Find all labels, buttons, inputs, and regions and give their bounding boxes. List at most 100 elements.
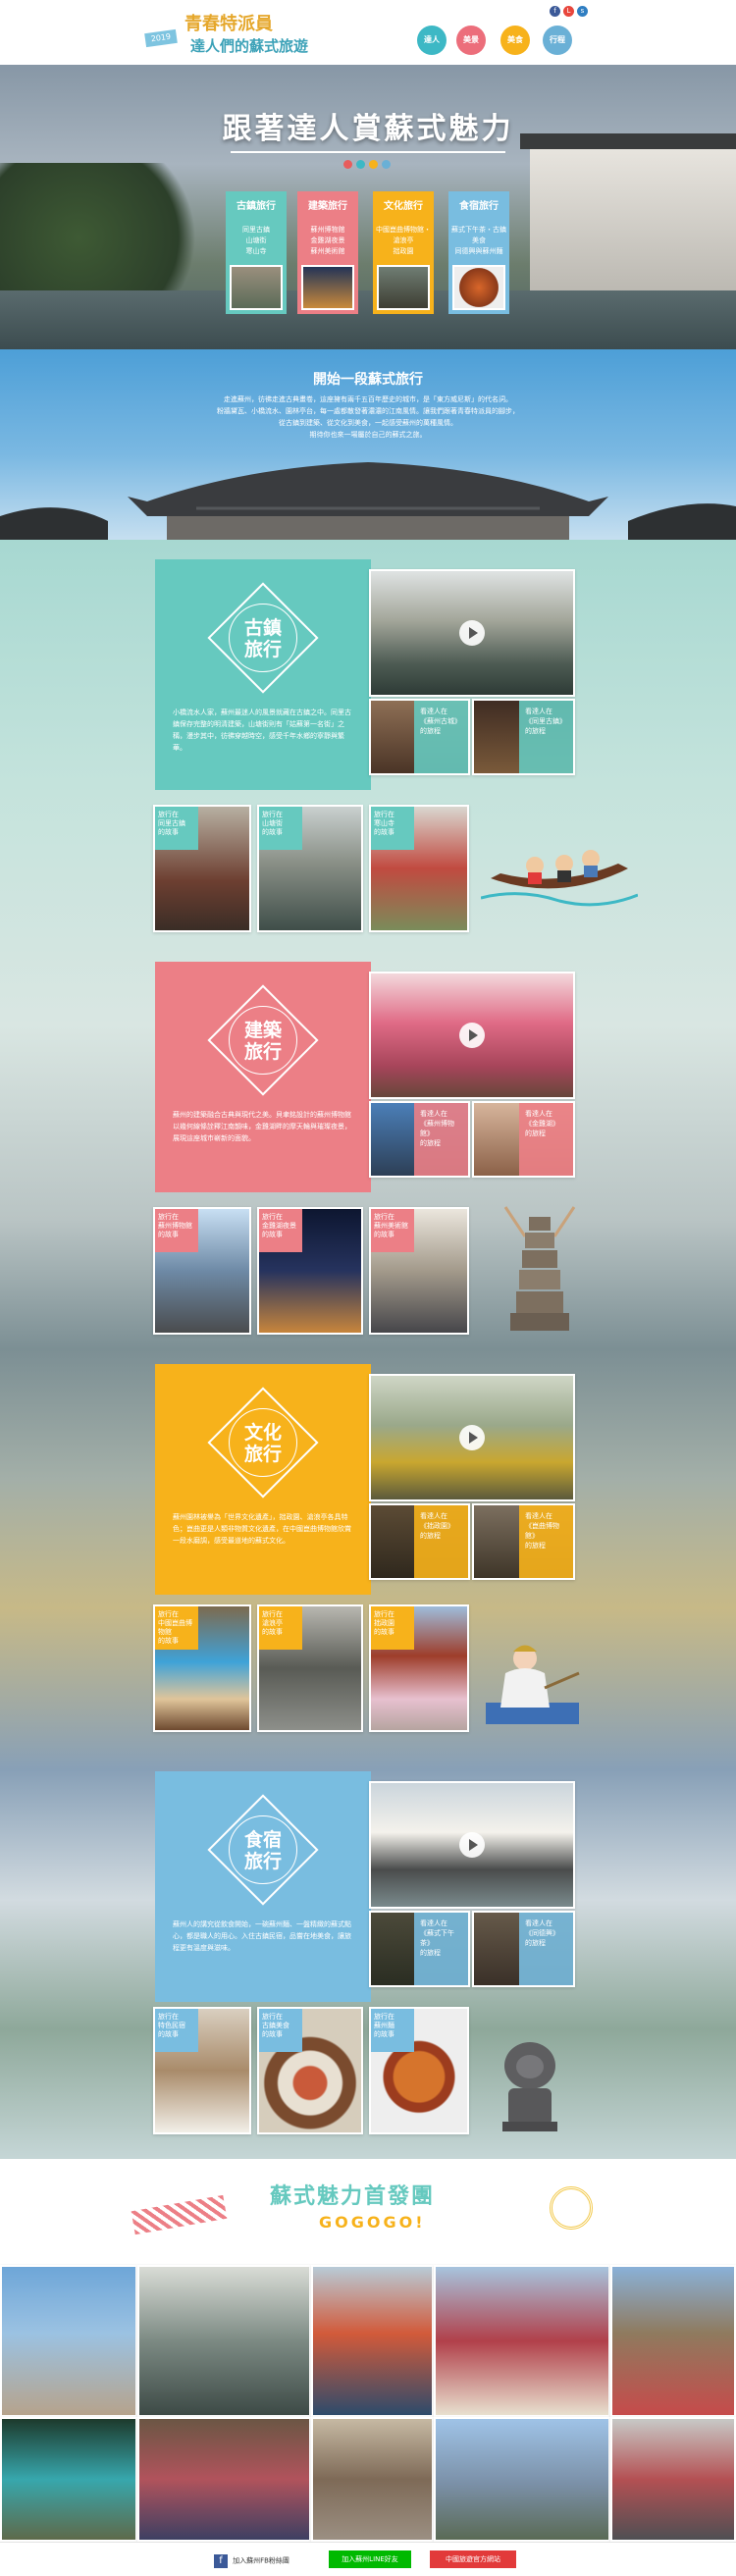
tour-section: 蘇式魅力首發團 GOGOGO! [0, 2159, 736, 2542]
food-video-main[interactable] [369, 1781, 575, 1909]
china-travel-label: 中國旅遊官方網站 [446, 2555, 500, 2563]
hero-card-food-line: 同德興與蘇州麵 [454, 247, 503, 255]
culture-story-1[interactable]: 旅行在 中國崑曲博物館 的故事 [153, 1604, 251, 1732]
ancient-story-2[interactable]: 旅行在 山塘街 的故事 [257, 805, 363, 932]
logo-line2: 達人們的蘇式旅遊 [190, 37, 309, 55]
nav-itinerary-button[interactable]: 行程 [543, 26, 572, 55]
architecture-video-1[interactable]: 看達人在 《蘇州博物館》 的旅程 [369, 1101, 470, 1178]
ancient-video-main[interactable] [369, 569, 575, 697]
hero-dot-4[interactable] [382, 160, 391, 169]
architecture-story-2[interactable]: 旅行在 金雞湖夜景 的故事 [257, 1207, 363, 1335]
caption-line: 《同里古鎮》 [525, 717, 566, 725]
tour-photo-5[interactable] [610, 2265, 736, 2417]
story-tag: 旅行在 古鎮美食 的故事 [259, 2009, 302, 2052]
tour-photo-10[interactable] [610, 2417, 736, 2542]
ancient-description: 小橋流水人家，蘇州最迷人的風景就藏在古鎮之中。同里古鎮保存完整的明清建築，山塘街… [173, 709, 351, 752]
story-tag: 旅行在 寒山寺 的故事 [371, 807, 414, 850]
food-story-2[interactable]: 旅行在 古鎮美食 的故事 [257, 2007, 363, 2134]
header: 2019 青春特派員 達人們的蘇式旅遊 達人 美景 美食 行程 f L s [0, 0, 736, 65]
play-icon[interactable] [459, 1832, 485, 1858]
hero-card-culture-image [377, 265, 430, 310]
hero-card-culture-title: 文化旅行 [384, 201, 423, 212]
video-caption: 看達人在 《同德興》 的旅程 [519, 1913, 573, 1985]
culture-video-2[interactable]: 看達人在 《崑曲博物館》 的旅程 [472, 1503, 575, 1580]
food-video-2[interactable]: 看達人在 《同德興》 的旅程 [472, 1911, 575, 1987]
architecture-description: 蘇州的建築融合古典與現代之美。貝聿銘設計的蘇州博物館以幾何線條詮釋江南韻味，金雞… [173, 1111, 351, 1142]
hero-card-architecture-image [301, 265, 354, 310]
tour-photo-1[interactable] [0, 2265, 137, 2417]
architecture-video-2[interactable]: 看達人在 《金雞湖》 的旅程 [472, 1101, 575, 1178]
architecture-story-1[interactable]: 旅行在 蘇州博物館 的故事 [153, 1207, 251, 1335]
story-tag: 旅行在 山塘街 的故事 [259, 807, 302, 850]
video-caption: 看達人在 《蘇州古城》 的旅程 [414, 701, 468, 773]
video-caption: 看達人在 《蘇州博物館》 的旅程 [414, 1103, 468, 1176]
hero-card-architecture[interactable]: 建築旅行 蘇州博物館 金雞湖夜景 蘇州美術館 [297, 191, 358, 314]
hero-dot-2[interactable] [356, 160, 365, 169]
caption-line: 《崑曲博物館》 [525, 1522, 559, 1540]
nav-food-button[interactable]: 美食 [500, 26, 530, 55]
logo-badge: 2019 [144, 28, 178, 48]
culture-story-2[interactable]: 旅行在 滄浪亭 的故事 [257, 1604, 363, 1732]
hero: 跟著達人賞蘇式魅力 [0, 65, 736, 349]
ancient-emblem: 古鎮 旅行 [207, 582, 319, 694]
hero-card-food[interactable]: 食宿旅行 蘇式下午茶・古鎮美食 同德興與蘇州麵 [448, 191, 509, 314]
share-icon[interactable]: s [577, 6, 588, 17]
culture-story-3[interactable]: 旅行在 拙政園 的故事 [369, 1604, 469, 1732]
china-travel-button[interactable]: 中國旅遊官方網站 [430, 2550, 516, 2568]
hero-card-culture-line: 中國崑曲博物館・滄浪亭 [376, 226, 431, 244]
hero-dot-1[interactable] [343, 160, 352, 169]
caption-line: 的旅程 [420, 727, 441, 735]
hero-title-underline [231, 151, 505, 153]
pagoda-illustration [503, 1206, 576, 1331]
food-card: 食宿 旅行 蘇州人的講究從飲食開始，一碗蘇州麵、一盤精緻的蘇式點心，都是職人的用心… [155, 1771, 371, 2002]
hero-card-ancient-line: 同里古鎮 [242, 226, 270, 234]
architecture-card: 建築 旅行 蘇州的建築融合古典與現代之美。貝聿銘設計的蘇州博物館以幾何線條詮釋江南… [155, 962, 371, 1192]
ancient-story-3[interactable]: 旅行在 寒山寺 的故事 [369, 805, 469, 932]
nav-experts-button[interactable]: 達人 [417, 26, 447, 55]
food-description: 蘇州人的講究從飲食開始，一碗蘇州麵、一盤精緻的蘇式點心，都是職人的用心。入住古鎮… [173, 1920, 351, 1952]
tour-photo-8[interactable] [311, 2417, 434, 2542]
ancient-story-1[interactable]: 旅行在 同里古鎮 的故事 [153, 805, 251, 932]
facebook-icon: f [214, 2553, 228, 2568]
play-icon[interactable] [459, 620, 485, 646]
architecture-story-3[interactable]: 旅行在 蘇州美術館 的故事 [369, 1207, 469, 1335]
caption-line: 的旅程 [420, 1949, 441, 1957]
culture-video-main[interactable] [369, 1374, 575, 1501]
food-title-1: 食宿 [243, 1829, 282, 1851]
hero-card-architecture-line: 蘇州博物館 [310, 226, 345, 234]
tour-photo-6[interactable] [0, 2417, 137, 2542]
caption-line: 的旅程 [525, 727, 546, 735]
tour-photo-2[interactable] [137, 2265, 311, 2417]
food-story-3[interactable]: 旅行在 蘇州麵 的故事 [369, 2007, 469, 2134]
caption-line: 《金雞湖》 [525, 1120, 559, 1128]
line-friend-button[interactable]: 加入蘇州LINE好友 [329, 2550, 411, 2568]
story-tag: 旅行在 特色民宿 的故事 [155, 2009, 198, 2052]
facebook-icon[interactable]: f [550, 6, 560, 17]
play-icon[interactable] [459, 1023, 485, 1048]
intro-section: 開始一段蘇式旅行 走進蘇州，彷彿走進古典畫卷，這座擁有兩千五百年歷史的城市，是「… [0, 349, 736, 540]
tour-photo-9[interactable] [434, 2417, 610, 2542]
tour-photo-3[interactable] [311, 2265, 434, 2417]
food-title-2: 旅行 [243, 1851, 282, 1872]
food-video-1[interactable]: 看達人在 《蘇式下午茶》 的旅程 [369, 1911, 470, 1987]
food-story-1[interactable]: 旅行在 特色民宿 的故事 [153, 2007, 251, 2134]
hero-dot-3[interactable] [369, 160, 378, 169]
facebook-fan-button[interactable]: f 加入蘇州FB粉絲團 [214, 2550, 298, 2568]
hero-card-culture[interactable]: 文化旅行 中國崑曲博物館・滄浪亭 拙政園 [373, 191, 434, 314]
architecture-video-main[interactable] [369, 972, 575, 1099]
tour-photo-7[interactable] [137, 2417, 311, 2542]
ancient-title-2: 旅行 [243, 639, 282, 660]
site-logo[interactable]: 2019 青春特派員 達人們的蘇式旅遊 [144, 8, 322, 61]
tour-photo-4[interactable] [434, 2265, 610, 2417]
stone-lion-illustration [502, 2042, 557, 2131]
ancient-video-2[interactable]: 看達人在《同里古鎮》 的旅程 [472, 699, 575, 775]
caption-line: 看達人在 [525, 708, 552, 715]
ancient-video-1[interactable]: 看達人在 《蘇州古城》 的旅程 [369, 699, 470, 775]
culture-description: 蘇州園林被譽為「世界文化遺產」，拙政園、滄浪亭各具特色；崑曲更是人類非物質文化遺… [173, 1513, 351, 1545]
caption-line: 《拙政園》 [420, 1522, 454, 1530]
nav-scenery-button[interactable]: 美景 [456, 26, 486, 55]
hero-card-ancient[interactable]: 古鎮旅行 同里古鎮 山塘街 寒山寺 [226, 191, 287, 314]
line-icon[interactable]: L [563, 6, 574, 17]
culture-video-1[interactable]: 看達人在 《拙政園》 的旅程 [369, 1503, 470, 1580]
play-icon[interactable] [459, 1425, 485, 1450]
